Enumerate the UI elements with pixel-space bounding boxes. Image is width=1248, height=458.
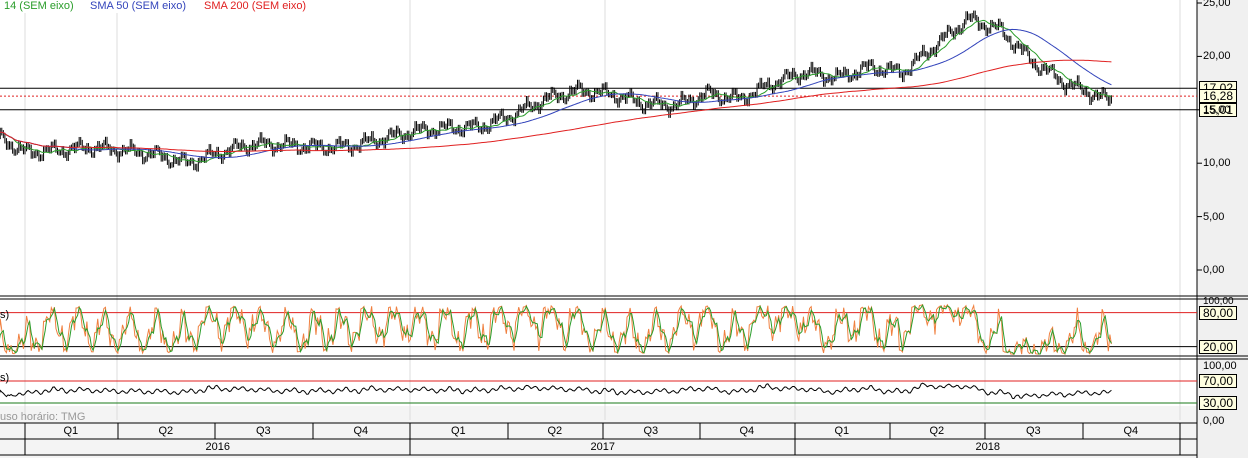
year-label: 2016 [205,441,230,453]
rsi-bottom-label: 0,00 [1203,415,1225,427]
year-label: 2018 [975,441,1000,453]
y-tick-label: 5,00 [1203,210,1225,223]
chart-canvas[interactable] [0,0,1248,458]
sma-line-200 [0,59,1112,153]
y-tick-label: 10,00 [1203,157,1231,170]
stoch-top-label: 100,00 [1203,296,1234,307]
quarter-label: Q3 [1026,425,1041,437]
year-label: 2017 [590,441,615,453]
stoch-level-tag: 20,00 [1199,339,1238,354]
y-axis-area [1197,0,1248,458]
rsi-level-tag: 30,00 [1199,396,1238,410]
legend-sma50[interactable]: SMA 50 (SEM eixo) [88,0,188,13]
quarter-label: Q1 [451,425,466,437]
quarter-label: Q4 [1123,425,1139,437]
y-tick-label: 20,00 [1203,50,1231,63]
chart-window: 14 (SEM eixo) SMA 50 (SEM eixo) SMA 200 … [0,0,1248,458]
quarter-label: Q4 [353,425,369,437]
quarter-label: Q2 [158,425,174,437]
stoch-panel-label[interactable]: s) [0,309,9,321]
quarter-label: Q2 [547,425,563,437]
price-tag: 16,28 [1199,89,1238,104]
quarter-label: Q4 [739,425,755,437]
quarter-label: Q2 [929,425,945,437]
timezone-label: uso horário: TMG [0,411,86,423]
y-tick-label: 25,00 [1203,0,1231,9]
legend-sma14[interactable]: 14 (SEM eixo) [2,0,76,13]
y-tick-label: 0,00 [1203,264,1225,276]
rsi-panel-label[interactable]: s) [0,372,9,384]
legend-sma200[interactable]: SMA 200 (SEM eixo) [202,0,309,13]
quarter-label: Q3 [643,425,659,437]
rsi-level-tag: 70,00 [1199,374,1238,388]
quarter-label: Q3 [256,425,271,437]
rsi-top-label: 100,00 [1203,360,1237,372]
quarter-label: Q1 [63,425,79,437]
y-tick-label: 15,00 [1203,103,1231,116]
quarter-label: Q1 [834,425,850,437]
